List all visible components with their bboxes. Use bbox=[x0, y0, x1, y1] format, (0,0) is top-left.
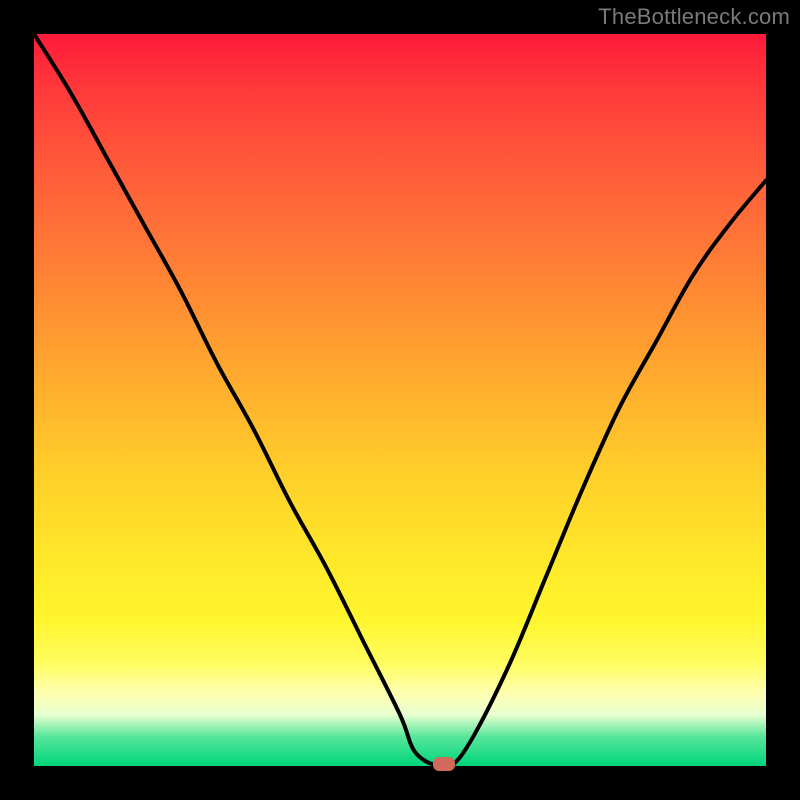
chart-frame: TheBottleneck.com bbox=[0, 0, 800, 800]
watermark-text: TheBottleneck.com bbox=[598, 4, 790, 30]
min-marker bbox=[433, 757, 455, 771]
bottleneck-curve bbox=[34, 34, 766, 766]
plot-area bbox=[34, 34, 766, 766]
